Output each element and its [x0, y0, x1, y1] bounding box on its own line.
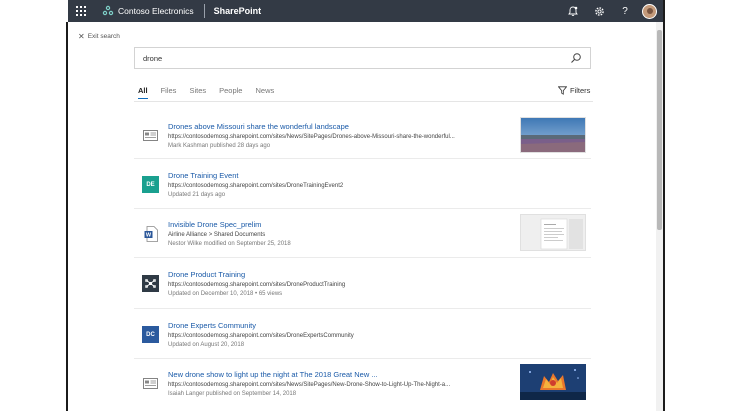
result-title[interactable]: Drones above Missouri share the wonderfu…: [168, 122, 503, 132]
result-item[interactable]: Drones above Missouri share the wonderfu…: [134, 112, 591, 159]
tab-news[interactable]: News: [255, 86, 274, 99]
tab-all[interactable]: All: [138, 86, 148, 99]
site-badge: DC: [142, 326, 159, 343]
result-url: https://contosodemosg.sharepoint.com/sit…: [168, 134, 455, 140]
result-text: Invisible Drone Spec_prelim Airline Alli…: [168, 220, 503, 249]
news-icon: [142, 127, 159, 144]
result-path: Airline Alliance > Shared Documents: [168, 232, 266, 238]
tab-people[interactable]: People: [219, 86, 242, 99]
tab-sites[interactable]: Sites: [189, 86, 206, 99]
results-list: Drones above Missouri share the wonderfu…: [134, 112, 591, 407]
site-badge-text: DC: [142, 326, 159, 343]
tabs-divider: [134, 101, 593, 102]
window-border-right: [663, 0, 665, 411]
filter-icon: [558, 86, 567, 95]
result-thumbnail[interactable]: [520, 364, 586, 400]
news-icon: [142, 375, 159, 392]
avatar[interactable]: [642, 3, 657, 19]
result-thumbnail[interactable]: [520, 214, 586, 251]
result-title[interactable]: Invisible Drone Spec_prelim: [168, 220, 503, 230]
svg-text:W: W: [145, 232, 151, 238]
question-icon[interactable]: ?: [612, 0, 638, 22]
result-meta: Mark Kashman published 28 days ago: [168, 143, 271, 149]
search-input[interactable]: [143, 53, 570, 63]
result-text: Drone Experts Community https://contosod…: [168, 321, 503, 350]
drone-site-icon: [142, 275, 159, 292]
result-thumbnail[interactable]: [520, 117, 586, 153]
sharepoint-window: Contoso Electronics SharePoint ? ✕ Exit …: [68, 0, 663, 411]
scrollbar[interactable]: [656, 22, 663, 411]
result-title[interactable]: New drone show to light up the night at …: [168, 370, 503, 380]
result-text: Drone Training Event https://contosodemo…: [168, 171, 503, 200]
scrollbar-thumb[interactable]: [657, 30, 662, 230]
result-url: https://contosodemosg.sharepoint.com/sit…: [168, 333, 354, 339]
result-title[interactable]: Drone Product Training: [168, 270, 503, 280]
search-icon[interactable]: [570, 52, 582, 64]
result-meta: Updated 21 days ago: [168, 192, 226, 198]
word-doc-icon: W: [142, 225, 159, 242]
site-badge: DE: [142, 176, 159, 193]
suite-divider: [203, 4, 205, 18]
filters-label: Filters: [570, 86, 591, 95]
document-thumbnail-icon: [521, 215, 585, 250]
result-item[interactable]: W Invisible Drone Spec_prelim Airline Al…: [134, 209, 591, 258]
app-name[interactable]: SharePoint: [214, 6, 262, 16]
result-meta: Nestor Wilke modified on September 25, 2…: [168, 241, 291, 247]
result-meta: Isaiah Langer published on September 14,…: [168, 391, 297, 397]
result-title[interactable]: Drone Training Event: [168, 171, 503, 181]
result-item[interactable]: DE Drone Training Event https://contosod…: [134, 159, 591, 209]
search-box: [134, 47, 591, 69]
site-badge-text: DE: [142, 176, 159, 193]
gear-icon[interactable]: [586, 0, 612, 22]
result-meta: Updated on December 10, 2018 • 65 views: [168, 291, 283, 297]
brand[interactable]: Contoso Electronics: [102, 5, 194, 17]
result-url: https://contosodemosg.sharepoint.com/sit…: [168, 183, 344, 189]
exit-search-label: Exit search: [87, 33, 120, 40]
result-url: https://contosodemosg.sharepoint.com/sit…: [168, 282, 346, 288]
result-item[interactable]: New drone show to light up the night at …: [134, 359, 591, 407]
result-text: New drone show to light up the night at …: [168, 370, 503, 399]
help-chat-icon[interactable]: [560, 0, 586, 22]
drone-show-thumbnail-icon: [520, 364, 586, 400]
result-item[interactable]: Drone Product Training https://contosode…: [134, 258, 591, 309]
waffle-icon[interactable]: [68, 0, 94, 22]
result-meta: Updated on August 20, 2018: [168, 342, 245, 348]
suite-bar: Contoso Electronics SharePoint ?: [68, 0, 663, 22]
result-title[interactable]: Drone Experts Community: [168, 321, 503, 331]
result-text: Drones above Missouri share the wonderfu…: [168, 122, 503, 151]
landscape-thumbnail-icon: [521, 118, 585, 152]
result-item[interactable]: DC Drone Experts Community https://conto…: [134, 309, 591, 359]
result-url: https://contosodemosg.sharepoint.com/sit…: [168, 382, 451, 388]
result-text: Drone Product Training https://contosode…: [168, 270, 503, 299]
filters-button[interactable]: Filters: [558, 86, 590, 95]
close-icon: ✕: [78, 32, 85, 41]
search-tabs: All Files Sites People News: [138, 86, 287, 99]
contoso-logo-icon: [102, 5, 114, 16]
page: Contoso Electronics SharePoint ? ✕ Exit …: [0, 0, 730, 411]
brand-name: Contoso Electronics: [118, 6, 194, 16]
suite-actions: ?: [560, 0, 657, 22]
exit-search-button[interactable]: ✕ Exit search: [78, 32, 120, 41]
tab-files[interactable]: Files: [161, 86, 177, 99]
